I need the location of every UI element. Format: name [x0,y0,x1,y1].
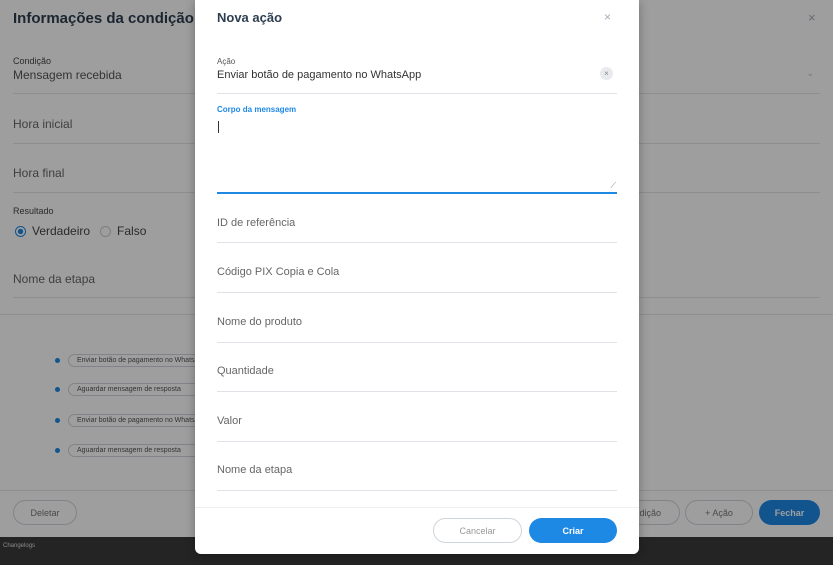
quantity-placeholder: Quantidade [217,365,274,377]
action-label: Ação [217,57,236,66]
message-body-label: Corpo da mensagem [217,105,297,114]
quantity-field[interactable]: Quantidade [217,365,617,392]
modal-title: Nova ação [217,10,283,25]
product-name-placeholder: Nome do produto [217,316,302,328]
modal-footer-divider [195,507,639,508]
action-select[interactable]: Ação Enviar botão de pagamento no WhatsA… [217,57,617,94]
close-icon[interactable]: × [604,10,611,24]
step-name-field[interactable]: Nome da etapa [217,464,617,491]
step-name-placeholder: Nome da etapa [217,464,293,476]
value-field[interactable]: Valor [217,415,617,442]
pix-code-placeholder: Código PIX Copia e Cola [217,266,340,278]
pix-code-field[interactable]: Código PIX Copia e Cola [217,266,617,293]
message-body-textarea[interactable]: Corpo da mensagem ⟋ [217,105,617,194]
clear-icon[interactable]: × [600,67,613,80]
cancel-button[interactable]: Cancelar [433,518,522,543]
action-value: Enviar botão de pagamento no WhatsApp [217,69,422,81]
resize-handle-icon[interactable]: ⟋ [610,181,616,191]
reference-id-field[interactable]: ID de referência [217,217,617,243]
value-placeholder: Valor [217,415,242,427]
text-caret [218,121,219,133]
create-button[interactable]: Criar [529,518,617,543]
product-name-field[interactable]: Nome do produto [217,316,617,343]
new-action-modal: Nova ação × Ação Enviar botão de pagamen… [195,0,639,554]
reference-id-placeholder: ID de referência [217,217,296,229]
